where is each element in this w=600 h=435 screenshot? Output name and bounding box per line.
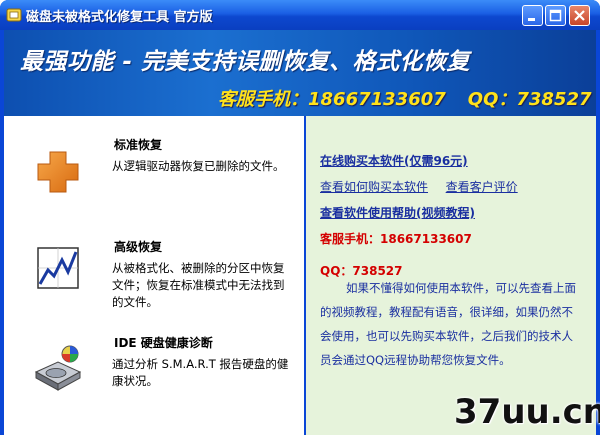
title-bar[interactable]: 磁盘未被格式化修复工具 官方版 [0, 0, 600, 30]
hard-disk-icon [34, 345, 82, 391]
banner-hotline: 客服手机：18667133607 [218, 89, 446, 110]
app-window: 磁盘未被格式化修复工具 官方版 最强功能 - 完美支持误删恢复、格式化恢复 客服… [0, 0, 600, 435]
close-icon [574, 10, 585, 21]
window-title: 磁盘未被格式化修复工具 官方版 [26, 10, 213, 25]
plus-icon [37, 151, 79, 193]
app-icon [6, 8, 22, 22]
site-watermark: 37uu.cn [454, 392, 600, 432]
buy-online-link[interactable]: 在线购买本软件(仅需96元) [320, 154, 468, 168]
feature-title: 高级恢复 [114, 240, 163, 254]
info-panel: 在线购买本软件(仅需96元) 查看如何购买本软件 查看客户评价 查看软件使用帮助… [306, 116, 596, 435]
banner-contact: 客服手机：18667133607 QQ：738527 [218, 85, 592, 111]
chart-icon [37, 247, 79, 289]
help-paragraph: 如果不懂得如何使用本软件，可以先查看上面的视频教程，教程配有语音，很详细，如果仍… [320, 281, 576, 367]
maximize-icon [549, 9, 562, 22]
minimize-button[interactable] [522, 5, 543, 26]
minimize-icon [528, 18, 535, 21]
banner-qq: QQ：738527 [467, 89, 592, 110]
banner-headline: 最强功能 - 完美支持误删恢复、格式化恢复 [20, 49, 471, 75]
maximize-button[interactable] [545, 5, 566, 26]
promo-banner: 最强功能 - 完美支持误删恢复、格式化恢复 客服手机：18667133607 QQ… [4, 30, 596, 116]
feature-description: 从逻辑驱动器恢复已删除的文件。 [112, 159, 285, 173]
secondary-links-row: 查看如何购买本软件 查看客户评价 [320, 178, 518, 195]
help-video-link[interactable]: 查看软件使用帮助(视频教程) [320, 206, 475, 220]
close-button[interactable] [569, 5, 590, 26]
hotline-text: 客服手机：18667133607 [320, 232, 472, 246]
feature-title: 标准恢复 [114, 138, 163, 152]
feature-description: 通过分析 S.M.A.R.T 报告硬盘的健康状况。 [112, 357, 289, 388]
feature-title: IDE 硬盘健康诊断 [114, 336, 213, 350]
feature-description: 从被格式化、被删除的分区中恢复文件；恢复在标准模式中无法找到的文件。 [112, 261, 285, 309]
buy-link-row: 在线购买本软件(仅需96元) [320, 152, 468, 169]
how-to-buy-link[interactable]: 查看如何购买本软件 [320, 180, 428, 194]
help-link-row: 查看软件使用帮助(视频教程) [320, 204, 475, 221]
feature-panel: 标准恢复 从逻辑驱动器恢复已删除的文件。 高级恢复 从被格式化、被删除的分区中恢… [4, 116, 304, 435]
customer-reviews-link[interactable]: 查看客户评价 [446, 180, 518, 194]
